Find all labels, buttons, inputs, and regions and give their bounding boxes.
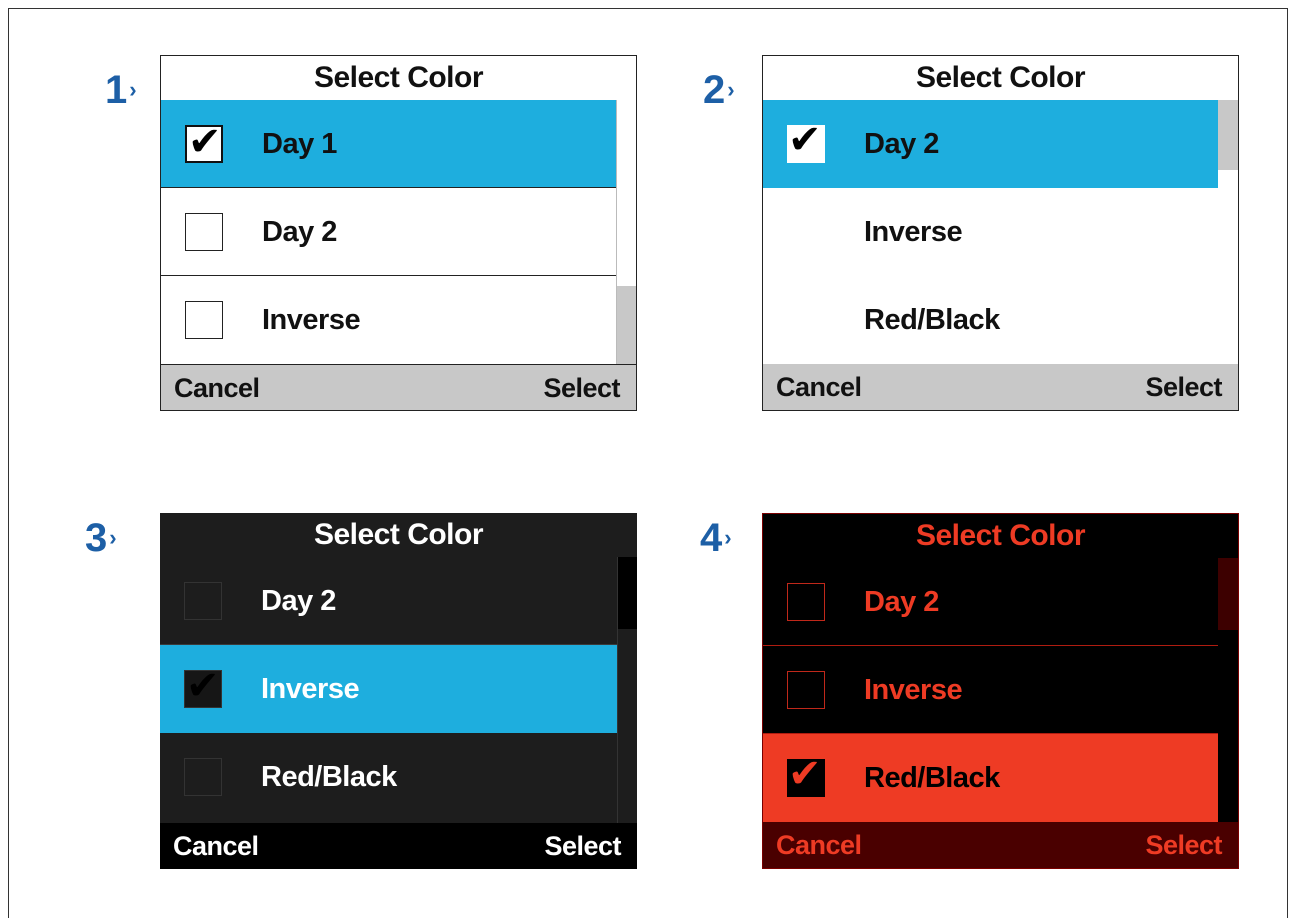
checkmark-icon: ✔ <box>188 120 222 164</box>
select-button[interactable]: Select <box>1145 364 1222 410</box>
list-item-inverse[interactable]: Inverse <box>763 188 1219 276</box>
list-item-inverse[interactable]: Inverse <box>763 646 1219 734</box>
select-color-dialog-1: Select Color ✔ Day 1 Day 2 Inverse Cance… <box>160 55 637 411</box>
list-item-inverse[interactable]: ✔ Inverse <box>160 645 617 733</box>
checkbox-checked[interactable]: ✔ <box>185 120 223 164</box>
list-item-inverse[interactable]: Inverse <box>161 276 616 364</box>
scrollbar-thumb[interactable] <box>618 557 637 629</box>
scrollbar-thumb[interactable] <box>617 286 636 366</box>
select-color-dialog-2: Select Color ✔ Day 2 Inverse Red/Black C… <box>762 55 1239 411</box>
scrollbar-thumb[interactable] <box>1218 558 1238 630</box>
cancel-button[interactable]: Cancel <box>174 365 260 410</box>
checkbox-checked[interactable]: ✔ <box>184 664 222 708</box>
list-item-day-2[interactable]: Day 2 <box>161 188 616 276</box>
dialog-footer: Cancel Select <box>763 364 1238 410</box>
item-label: Red/Black <box>261 761 397 793</box>
step-number-3: 3› <box>85 516 117 560</box>
scrollbar-thumb[interactable] <box>1218 100 1238 170</box>
item-label: Inverse <box>262 304 361 336</box>
step-number-4: 4› <box>700 516 732 560</box>
scrollbar[interactable] <box>1218 558 1238 824</box>
checkmark-icon: ✔ <box>788 752 822 796</box>
item-label: Day 1 <box>262 128 337 160</box>
step-number-1: 1› <box>105 68 137 112</box>
checkbox-unchecked[interactable] <box>184 582 222 620</box>
cancel-button[interactable]: Cancel <box>776 364 862 410</box>
cancel-button[interactable]: Cancel <box>173 823 259 869</box>
item-label: Red/Black <box>864 762 1000 794</box>
chevron-right-icon: › <box>727 77 735 102</box>
scrollbar[interactable] <box>1218 100 1238 366</box>
list-item-day-2[interactable]: Day 2 <box>160 557 617 645</box>
item-label: Day 2 <box>864 128 939 160</box>
step-number-2: 2› <box>703 68 735 112</box>
list-item-red-black[interactable]: Red/Black <box>160 733 617 821</box>
dialog-footer: Cancel Select <box>161 364 636 410</box>
list-item-day-2[interactable]: Day 2 <box>763 558 1219 646</box>
item-label: Day 2 <box>262 216 337 248</box>
checkbox-unchecked[interactable] <box>185 213 223 251</box>
select-button[interactable]: Select <box>1145 822 1222 868</box>
scrollbar[interactable] <box>617 557 637 823</box>
cancel-button[interactable]: Cancel <box>776 822 862 868</box>
select-button[interactable]: Select <box>544 823 621 869</box>
checkbox-unchecked[interactable] <box>787 671 825 709</box>
checkbox-checked[interactable]: ✔ <box>787 752 825 797</box>
checkmark-icon: ✔ <box>788 118 822 162</box>
dialog-title: Select Color <box>160 513 637 558</box>
scrollbar[interactable] <box>616 100 636 366</box>
item-label: Day 2 <box>864 586 939 618</box>
chevron-right-icon: › <box>109 525 117 550</box>
checkbox-unchecked[interactable] <box>787 583 825 621</box>
checkbox-unchecked[interactable] <box>185 301 223 339</box>
checkbox-checked[interactable]: ✔ <box>787 118 825 163</box>
item-label: Inverse <box>864 674 963 706</box>
dialog-footer: Cancel Select <box>763 822 1238 868</box>
list-item-red-black[interactable]: ✔ Red/Black <box>763 734 1219 822</box>
chevron-right-icon: › <box>129 77 137 102</box>
select-color-dialog-3: Select Color Day 2 ✔ Inverse Red/Black C… <box>160 513 637 869</box>
dialog-title: Select Color <box>161 56 636 101</box>
select-color-dialog-4: Select Color Day 2 Inverse ✔ Red/Black C… <box>762 513 1239 869</box>
dialog-title: Select Color <box>763 514 1238 559</box>
item-label: Inverse <box>261 673 360 705</box>
list-item-red-black[interactable]: Red/Black <box>763 276 1219 364</box>
dialog-footer: Cancel Select <box>160 823 637 869</box>
list-item-day-1[interactable]: ✔ Day 1 <box>161 100 616 188</box>
item-label: Day 2 <box>261 585 336 617</box>
item-label: Red/Black <box>864 304 1000 336</box>
checkmark-icon: ✔ <box>186 664 220 708</box>
list-item-day-2[interactable]: ✔ Day 2 <box>763 100 1219 188</box>
item-label: Inverse <box>864 216 963 248</box>
select-button[interactable]: Select <box>543 365 620 410</box>
checkbox-unchecked[interactable] <box>184 758 222 796</box>
chevron-right-icon: › <box>724 525 732 550</box>
dialog-title: Select Color <box>763 56 1238 101</box>
